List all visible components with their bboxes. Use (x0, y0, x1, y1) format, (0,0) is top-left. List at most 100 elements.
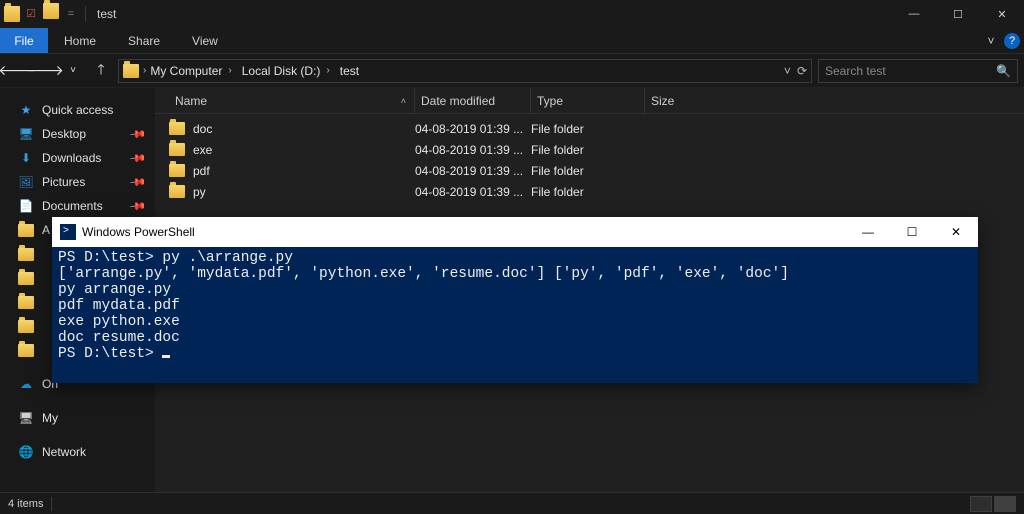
nav-bar: 🡐 🡒 ˅ 🡑 › My Computer› Local Disk (D:)› … (0, 54, 1024, 88)
help-icon[interactable]: ? (1004, 33, 1020, 49)
ps-maximize-button[interactable]: ☐ (890, 217, 934, 247)
download-icon: ⬇ (18, 150, 34, 166)
pictures-icon: 🖼 (18, 174, 34, 190)
network-icon: 🌐 (18, 444, 34, 460)
breadcrumb[interactable]: Local Disk (D:) (242, 64, 321, 78)
table-row[interactable]: exe 04-08-2019 01:39 ...File folder (169, 139, 1024, 160)
folder-icon (4, 6, 20, 22)
folder-icon (123, 64, 139, 78)
search-input[interactable]: Search test 🔍 (818, 59, 1018, 83)
powershell-titlebar[interactable]: Windows PowerShell — ☐ ✕ (52, 217, 978, 247)
window-title: test (91, 7, 116, 21)
address-bar[interactable]: › My Computer› Local Disk (D:)› test ˅ ⟳ (118, 59, 812, 83)
tab-share[interactable]: Share (112, 28, 176, 53)
forward-button[interactable]: 🡒 (34, 60, 56, 82)
sidebar-item-pictures[interactable]: 🖼Pictures📌 (0, 170, 155, 194)
ribbon: File Home Share View ˅ ? (0, 28, 1024, 54)
ps-minimize-button[interactable]: — (846, 217, 890, 247)
table-row[interactable]: pdf 04-08-2019 01:39 ...File folder (169, 160, 1024, 181)
file-date: 04-08-2019 01:39 ... (415, 143, 531, 157)
qat-checkbox-icon[interactable]: ☑ (22, 3, 40, 25)
titlebar[interactable]: ☑ = test — ☐ ✕ (0, 0, 1024, 28)
folder-icon (18, 320, 34, 333)
folder-icon (169, 122, 185, 135)
documents-icon: 📄 (18, 198, 34, 214)
qat-folder-icon[interactable] (42, 3, 60, 25)
sidebar-item-desktop[interactable]: 🖥Desktop📌 (0, 122, 155, 146)
details-view-button[interactable] (970, 496, 992, 512)
file-type: File folder (531, 143, 645, 157)
icons-view-button[interactable] (994, 496, 1016, 512)
folder-icon (18, 248, 34, 261)
breadcrumb[interactable]: test (340, 64, 359, 78)
tab-view[interactable]: View (176, 28, 234, 53)
status-bar: 4 items (0, 492, 1024, 514)
file-name: pdf (193, 164, 210, 178)
breadcrumb[interactable]: My Computer (150, 64, 222, 78)
folder-icon (18, 344, 34, 357)
window-controls: — ☐ ✕ (892, 0, 1024, 28)
ribbon-collapse-icon[interactable]: ˅ (980, 30, 1002, 52)
column-size[interactable]: Size (645, 88, 725, 113)
minimize-button[interactable]: — (892, 0, 936, 28)
folder-icon (18, 296, 34, 309)
column-date[interactable]: Date modified (415, 88, 531, 113)
ps-close-button[interactable]: ✕ (934, 217, 978, 247)
file-type: File folder (531, 164, 645, 178)
powershell-console[interactable]: PS D:\test> py .\arrange.py ['arrange.py… (52, 247, 978, 383)
pin-icon: 📌 (129, 149, 148, 168)
search-placeholder: Search test (825, 64, 886, 78)
table-row[interactable]: py 04-08-2019 01:39 ...File folder (169, 181, 1024, 202)
address-dropdown-icon[interactable]: ˅ (784, 64, 791, 78)
column-name[interactable]: Name˄ (169, 88, 415, 113)
file-type: File folder (531, 122, 645, 136)
sort-asc-icon: ˄ (401, 96, 406, 106)
folder-icon (169, 185, 185, 198)
search-icon: 🔍 (996, 64, 1011, 78)
recent-dropdown-icon[interactable]: ˅ (62, 60, 84, 82)
refresh-icon[interactable]: ⟳ (797, 64, 807, 78)
file-date: 04-08-2019 01:39 ... (415, 185, 531, 199)
quick-access-toolbar: ☑ = test (0, 0, 120, 28)
file-type: File folder (531, 185, 645, 199)
item-count: 4 items (8, 498, 43, 510)
sidebar-item-downloads[interactable]: ⬇Downloads📌 (0, 146, 155, 170)
view-mode-buttons (970, 496, 1016, 512)
file-rows: doc04-08-2019 01:39 ...File folderexe04-… (155, 114, 1024, 202)
cursor (162, 355, 170, 358)
tab-home[interactable]: Home (48, 28, 112, 53)
powershell-title: Windows PowerShell (82, 225, 195, 239)
folder-icon (169, 143, 185, 156)
pc-icon: 🖥 (18, 410, 34, 426)
explorer-window: ☑ = test — ☐ ✕ File Home Share View ˅ ? … (0, 0, 1024, 514)
desktop-icon: 🖥 (18, 126, 34, 142)
pin-icon: 📌 (129, 197, 148, 216)
file-name: py (193, 185, 206, 199)
table-row[interactable]: doc 04-08-2019 01:39 ...File folder (169, 118, 1024, 139)
qat-equals-icon[interactable]: = (62, 3, 80, 25)
sidebar-item-mypc[interactable]: 🖥My (0, 406, 155, 430)
folder-icon (169, 164, 185, 177)
sidebar-item-network[interactable]: 🌐Network (0, 440, 155, 464)
file-name: doc (193, 122, 212, 136)
file-date: 04-08-2019 01:39 ... (415, 122, 531, 136)
file-name: exe (193, 143, 212, 157)
column-type[interactable]: Type (531, 88, 645, 113)
star-icon: ★ (18, 102, 34, 118)
maximize-button[interactable]: ☐ (936, 0, 980, 28)
cloud-icon: ☁ (18, 376, 34, 392)
sidebar-item-quick-access[interactable]: ★Quick access (0, 98, 155, 122)
folder-icon (18, 272, 34, 285)
close-button[interactable]: ✕ (980, 0, 1024, 28)
sidebar-item-documents[interactable]: 📄Documents📌 (0, 194, 155, 218)
file-date: 04-08-2019 01:39 ... (415, 164, 531, 178)
pin-icon: 📌 (129, 173, 148, 192)
back-button[interactable]: 🡐 (6, 60, 28, 82)
pin-icon: 📌 (129, 125, 148, 144)
file-tab[interactable]: File (0, 28, 48, 53)
up-button[interactable]: 🡑 (90, 60, 112, 82)
column-headers: Name˄ Date modified Type Size (155, 88, 1024, 114)
powershell-window[interactable]: Windows PowerShell — ☐ ✕ PS D:\test> py … (52, 217, 978, 383)
powershell-icon (60, 224, 76, 240)
folder-icon (18, 224, 34, 237)
